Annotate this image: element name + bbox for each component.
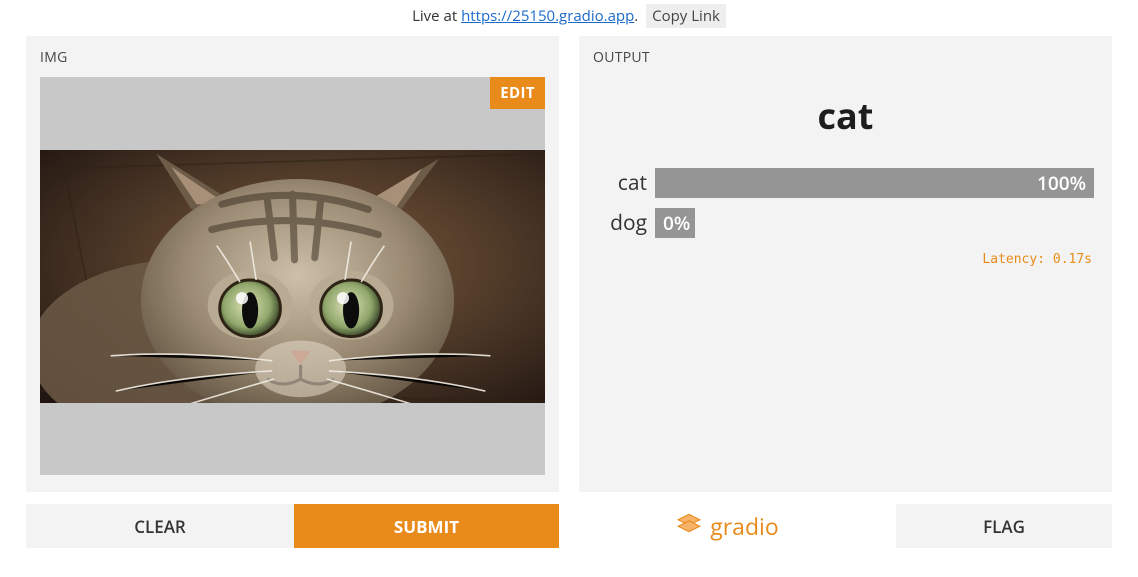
copy-link-button[interactable]: Copy Link <box>646 4 726 28</box>
confidence-bar-fill: 0% <box>655 208 695 238</box>
live-suffix: . <box>634 6 638 26</box>
top-class: cat <box>593 91 1098 140</box>
edit-button[interactable]: EDIT <box>490 77 545 109</box>
input-panel: IMG EDIT <box>26 36 559 492</box>
latency-text: Latency: 0.17s <box>593 252 1098 267</box>
flag-button[interactable]: FLAG <box>896 504 1112 548</box>
share-url-link[interactable]: https://25150.gradio.app <box>461 6 634 26</box>
output-label: OUTPUT <box>593 48 1098 67</box>
class-label: dog <box>597 209 647 237</box>
confidence-value: 100% <box>1037 170 1086 196</box>
input-label: IMG <box>40 48 545 67</box>
confidence-bar-track: 0% <box>655 208 1094 238</box>
uploaded-image <box>40 150 545 403</box>
confidence-row: dog 0% <box>593 208 1098 238</box>
confidence-bar-track: 100% <box>655 168 1094 198</box>
input-image[interactable]: EDIT <box>40 77 545 475</box>
topbar: Live at https://25150.gradio.app. Copy L… <box>0 0 1138 36</box>
class-label: cat <box>597 169 647 197</box>
output-panel: OUTPUT cat cat 100% dog 0% Latency: 0.17… <box>579 36 1112 492</box>
gradio-brand[interactable]: gradio <box>559 504 896 548</box>
clear-button[interactable]: CLEAR <box>26 504 294 548</box>
gradio-logo-icon <box>676 510 702 543</box>
gradio-brand-text: gradio <box>710 510 778 542</box>
confidence-row: cat 100% <box>593 168 1098 198</box>
submit-button[interactable]: SUBMIT <box>294 504 559 548</box>
confidence-bar-fill: 100% <box>655 168 1094 198</box>
live-prefix: Live at <box>412 6 461 26</box>
confidence-value: 0% <box>663 210 690 236</box>
